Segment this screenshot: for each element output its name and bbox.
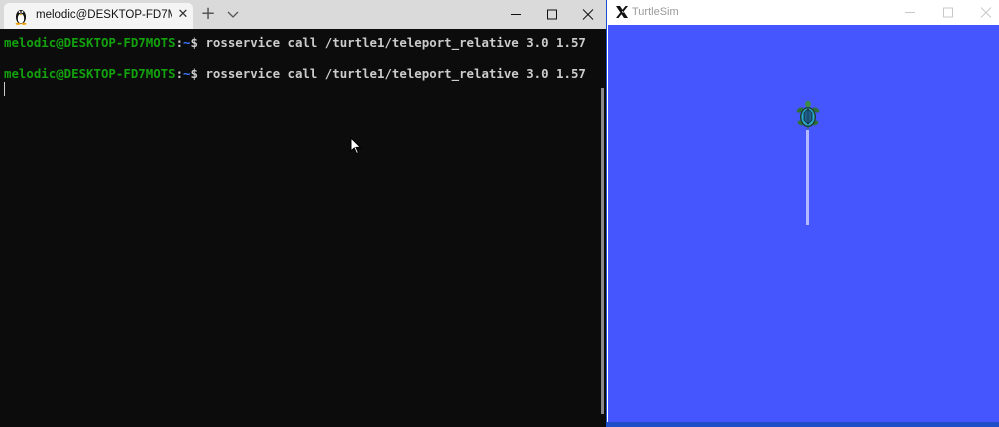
prompt-separator: : bbox=[175, 35, 184, 50]
terminal-output[interactable]: melodic@DESKTOP-FD7MOTS:~$ rosservice ca… bbox=[0, 29, 606, 427]
command-text: rosservice call /turtle1/teleport_relati… bbox=[205, 35, 586, 50]
prompt-path: ~ bbox=[183, 35, 191, 50]
chevron-down-icon[interactable] bbox=[225, 6, 241, 22]
prompt-symbol: $ bbox=[190, 66, 206, 81]
taskbar-edge bbox=[607, 422, 999, 427]
close-button[interactable] bbox=[967, 0, 999, 25]
text-cursor bbox=[4, 82, 5, 96]
close-button[interactable] bbox=[570, 0, 606, 29]
minimize-button[interactable] bbox=[498, 0, 534, 29]
command-text: rosservice call /turtle1/teleport_relati… bbox=[205, 66, 586, 81]
desktop-screen: melodic@DESKTOP-FD7MOTS: ~ ✕ + melodic@D… bbox=[0, 0, 999, 427]
prompt-separator: : bbox=[175, 66, 184, 81]
x-window-icon bbox=[616, 6, 628, 18]
turtle-icon bbox=[796, 100, 820, 130]
turtlesim-title: TurtleSim bbox=[632, 6, 679, 18]
prompt-symbol: $ bbox=[190, 35, 206, 50]
mouse-pointer-icon bbox=[350, 137, 362, 155]
turtlesim-titlebar[interactable]: TurtleSim bbox=[607, 0, 999, 25]
turtlesim-canvas bbox=[608, 25, 999, 422]
maximize-button[interactable] bbox=[929, 0, 967, 25]
turtlesim-window: TurtleSim bbox=[606, 0, 999, 427]
linux-penguin-icon bbox=[15, 10, 27, 25]
prompt-user: melodic@DESKTOP-FD7MOTS bbox=[4, 35, 176, 50]
prompt-path: ~ bbox=[183, 66, 191, 81]
new-tab-button[interactable]: + bbox=[199, 5, 217, 23]
maximize-button[interactable] bbox=[534, 0, 570, 29]
close-icon[interactable]: ✕ bbox=[176, 8, 190, 22]
minimize-button[interactable] bbox=[891, 0, 929, 25]
terminal-window: melodic@DESKTOP-FD7MOTS: ~ ✕ + melodic@D… bbox=[0, 0, 606, 427]
terminal-titlebar[interactable]: melodic@DESKTOP-FD7MOTS: ~ ✕ + bbox=[0, 0, 606, 29]
prompt-user: melodic@DESKTOP-FD7MOTS bbox=[4, 66, 176, 81]
terminal-scrollbar[interactable] bbox=[601, 88, 604, 414]
terminal-tab[interactable]: melodic@DESKTOP-FD7MOTS: ~ ✕ bbox=[4, 3, 193, 29]
terminal-line: melodic@DESKTOP-FD7MOTS:~$ rosservice ca… bbox=[4, 66, 586, 82]
turtle-trail bbox=[806, 130, 809, 225]
terminal-line: melodic@DESKTOP-FD7MOTS:~$ rosservice ca… bbox=[4, 35, 586, 51]
terminal-tab-title: melodic@DESKTOP-FD7MOTS: ~ bbox=[36, 9, 172, 21]
